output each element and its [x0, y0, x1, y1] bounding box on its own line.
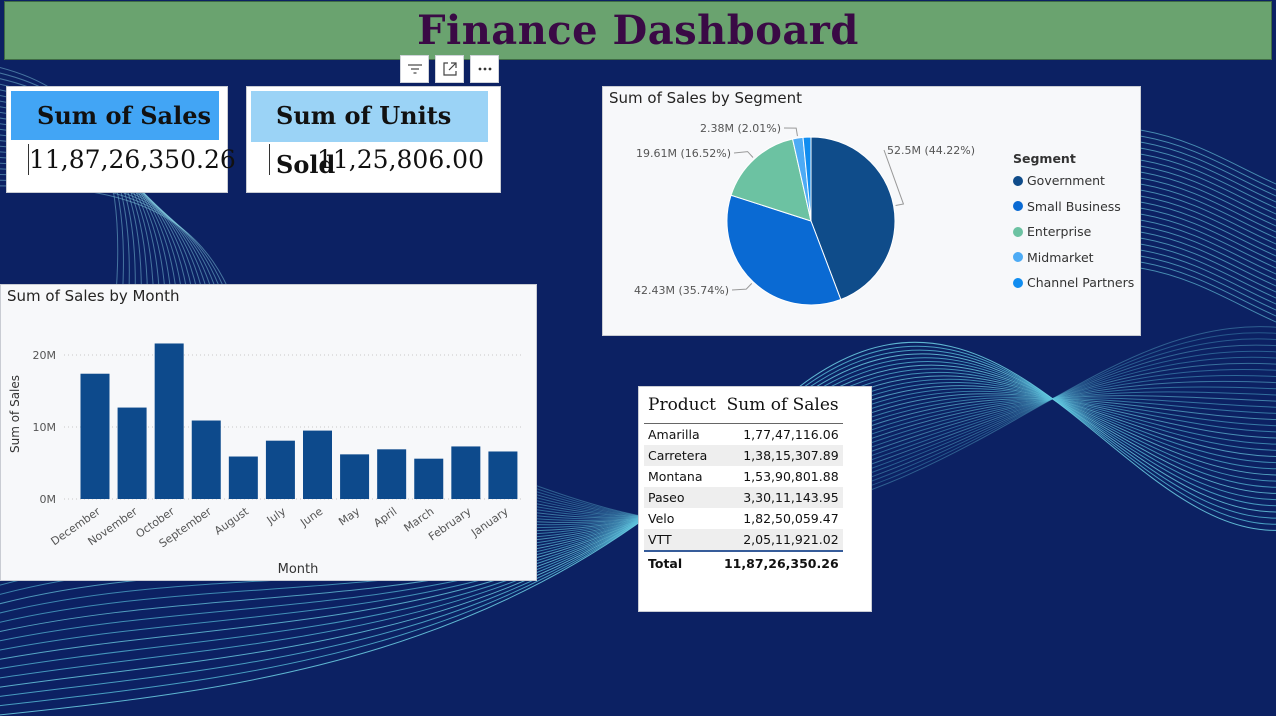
legend-label: Government: [1027, 173, 1105, 188]
legend-label: Midmarket: [1027, 249, 1094, 265]
x-tick-label: June: [297, 505, 325, 530]
segment-pie-chart: 52.5M (44.22%) 42.43M (35.74%) 19.61M (16.…: [634, 122, 975, 306]
product-name: Montana: [648, 469, 703, 484]
table-row[interactable]: Carretera 1,38,15,307.89: [644, 445, 843, 466]
product-sales: 2,05,11,921.02: [719, 529, 843, 551]
bar[interactable]: [451, 446, 481, 499]
bar[interactable]: [414, 458, 444, 499]
kpi-sales-header: Sum of Sales: [11, 91, 219, 140]
x-tick-label: January: [468, 505, 511, 540]
legend-swatch: [1013, 175, 1023, 186]
segment-legend-title: Segment: [1013, 151, 1076, 166]
month-chart-card[interactable]: Sum of Sales by Month 0M 10M 20M Sum of Sal…: [0, 284, 537, 581]
table-row[interactable]: VTT 2,05,11,921.02: [644, 529, 843, 551]
table-row[interactable]: Velo 1,82,50,059.47: [644, 508, 843, 529]
bar[interactable]: [303, 430, 332, 499]
bar[interactable]: [265, 440, 295, 499]
y-tick-label: 10M: [33, 421, 57, 434]
y-tick-label: 20M: [33, 349, 57, 362]
segment-chart-card[interactable]: Sum of Sales by Segment 52.5M (44.22%) 42…: [602, 86, 1141, 336]
product-name: Velo: [648, 511, 675, 526]
table-row[interactable]: Paseo 3,30,11,143.95: [644, 487, 843, 508]
product-name: Carretera: [644, 445, 720, 466]
kpi-sales-value: 11,87,26,350.26: [29, 145, 236, 174]
legend-swatch: [1013, 252, 1023, 262]
y-axis-label: Sum of Sales: [8, 375, 22, 453]
legend-item[interactable]: Enterprise: [1013, 224, 1091, 239]
legend-item[interactable]: Midmarket: [1013, 250, 1094, 265]
product-sales: 3,30,11,143.95: [719, 487, 843, 508]
product-sales: 1,77,47,116.06: [743, 427, 839, 442]
bar[interactable]: [340, 454, 370, 499]
pie-data-label: 52.5M (44.22%): [887, 144, 975, 157]
product-name: Paseo: [644, 487, 720, 508]
bar[interactable]: [80, 373, 110, 499]
kpi-units-header: Sum of Units Sold: [251, 91, 488, 179]
product-name: Amarilla: [648, 427, 700, 442]
pie-leader-line: [733, 151, 754, 158]
filter-icon: [407, 64, 422, 74]
table-row[interactable]: Montana 1,53,90,801.88: [644, 466, 843, 487]
product-name: VTT: [644, 529, 720, 551]
focus-mode-button[interactable]: [435, 55, 464, 83]
product-sales: 1,82,50,059.47: [743, 511, 839, 526]
kpi-card-units[interactable]: Sum of Units Sold 11,25,806.00: [246, 86, 501, 193]
x-axis-label: Month: [278, 562, 319, 577]
x-tick-label: May: [336, 505, 362, 529]
y-tick-label: 0M: [40, 493, 57, 506]
legend-swatch: [1013, 226, 1023, 237]
filter-button[interactable]: [400, 55, 429, 83]
product-sales: 1,38,15,307.89: [719, 445, 843, 466]
dashboard-title-bar: Finance Dashboard: [4, 1, 1272, 60]
bar[interactable]: [154, 343, 184, 499]
bar[interactable]: [228, 456, 258, 499]
legend-item[interactable]: Government: [1013, 173, 1105, 188]
total-label: Total: [644, 550, 720, 574]
x-tick-label: August: [212, 504, 252, 537]
legend-swatch: [1013, 201, 1023, 211]
dashboard-title: Finance Dashboard: [417, 7, 859, 54]
legend-label: Channel Partners: [1027, 275, 1135, 290]
x-tick-label: July: [264, 505, 289, 528]
more-options-button[interactable]: [470, 55, 499, 83]
kpi-sales-label: Sum of Sales: [37, 101, 211, 130]
pie-data-label: 42.43M (35.74%): [634, 284, 729, 297]
x-tick-label: April: [371, 505, 399, 530]
legend-label: Small Business: [1027, 198, 1121, 214]
col-header-product[interactable]: Product: [644, 393, 720, 424]
visual-header-toolbar: [400, 55, 499, 84]
pie-leader-line: [731, 283, 753, 291]
product-sales: 1,53,90,801.88: [743, 469, 839, 484]
x-tick-label: February: [426, 505, 474, 544]
col-header-sum-of-sales[interactable]: Sum of Sales: [719, 393, 843, 424]
pie-leader-line: [783, 127, 798, 137]
legend-label: Enterprise: [1027, 224, 1092, 239]
focus-mode-icon: [442, 62, 457, 76]
product-table-card[interactable]: Product Sum of Sales Amarilla 1,77,47,116…: [638, 386, 872, 612]
legend-item[interactable]: Channel Partners: [1013, 275, 1134, 290]
legend-item[interactable]: Small Business: [1013, 199, 1121, 214]
kpi-card-sales[interactable]: Sum of Sales 11,87,26,350.26: [6, 86, 236, 193]
pie-data-label: 19.61M (16.52%): [636, 147, 731, 160]
legend-swatch: [1013, 277, 1023, 288]
bar[interactable]: [377, 449, 407, 499]
kpi-units-value: 11,25,806.00: [317, 145, 484, 174]
total-row: Total 11,87,26,350.26: [644, 550, 843, 574]
bar[interactable]: [191, 420, 221, 499]
pie-data-label: 2.38M (2.01%): [700, 122, 781, 135]
table-row[interactable]: Amarilla 1,77,47,116.06: [644, 424, 843, 446]
month-bar-chart: 0M10M20MSum of SalesMonthDecemberNovembe…: [8, 343, 521, 577]
product-table: Product Sum of Sales Amarilla 1,77,47,116…: [644, 393, 843, 574]
bar[interactable]: [488, 451, 518, 499]
bar[interactable]: [117, 407, 147, 499]
total-value: 11,87,26,350.26: [719, 550, 843, 574]
more-options-icon: [478, 67, 491, 71]
